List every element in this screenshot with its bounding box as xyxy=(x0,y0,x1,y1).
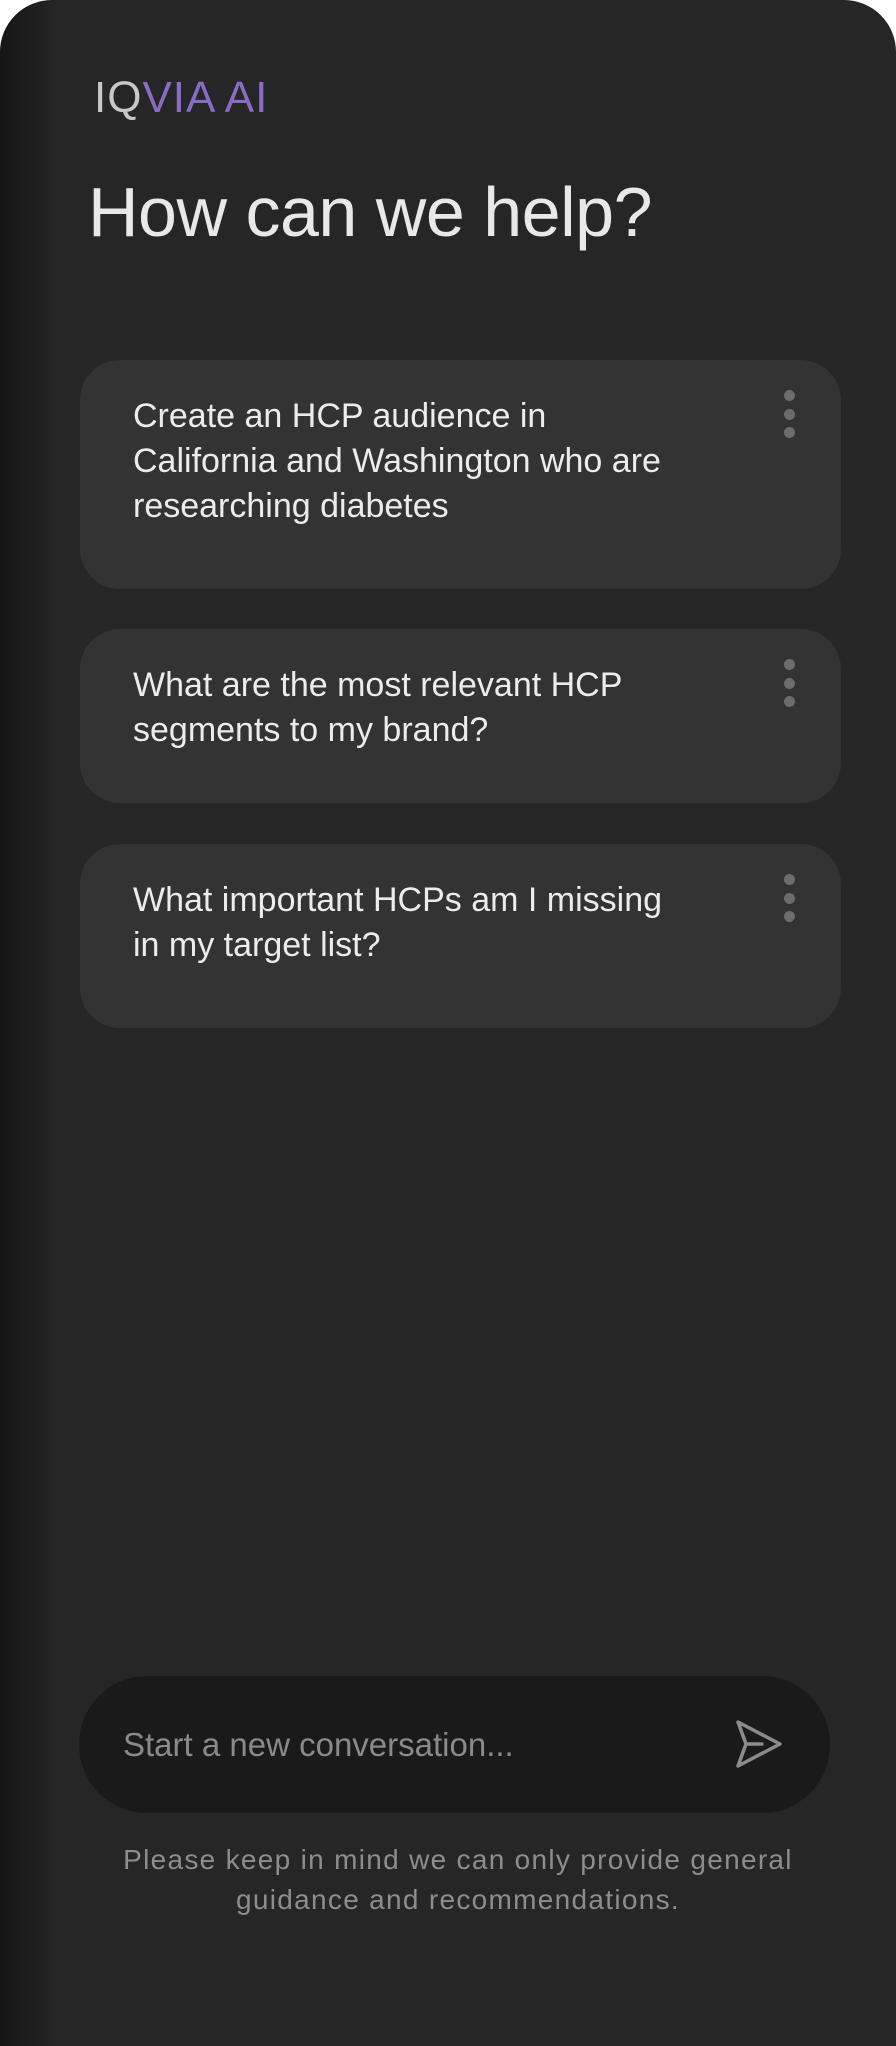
suggestion-text: What are the most relevant HCP segments … xyxy=(133,666,622,749)
brand-logo-suffix: VIA AI xyxy=(142,73,269,122)
message-input[interactable] xyxy=(121,1714,685,1776)
suggestion-card[interactable]: What are the most relevant HCP segments … xyxy=(80,629,841,803)
suggestion-text: What important HCPs am I missing in my t… xyxy=(133,881,663,964)
page-title: How can we help? xyxy=(88,173,653,251)
brand-logo-prefix: IQ xyxy=(94,73,143,122)
brand-logo: IQVIA AI xyxy=(94,70,268,126)
suggestion-text: Create an HCP audience in California and… xyxy=(133,397,661,525)
more-vertical-icon[interactable] xyxy=(777,659,801,707)
composer-bar xyxy=(79,1676,830,1813)
disclaimer-text: Please keep in mind we can only provide … xyxy=(123,1844,793,1915)
send-icon[interactable] xyxy=(730,1716,786,1772)
more-vertical-icon[interactable] xyxy=(777,874,801,922)
suggestion-card[interactable]: Create an HCP audience in California and… xyxy=(80,360,841,589)
app-screen: IQVIA AI How can we help? Create an HCP … xyxy=(0,0,896,2046)
chat-panel: IQVIA AI How can we help? Create an HCP … xyxy=(0,0,896,2046)
suggestion-card[interactable]: What important HCPs am I missing in my t… xyxy=(80,844,841,1028)
more-vertical-icon[interactable] xyxy=(777,390,801,438)
